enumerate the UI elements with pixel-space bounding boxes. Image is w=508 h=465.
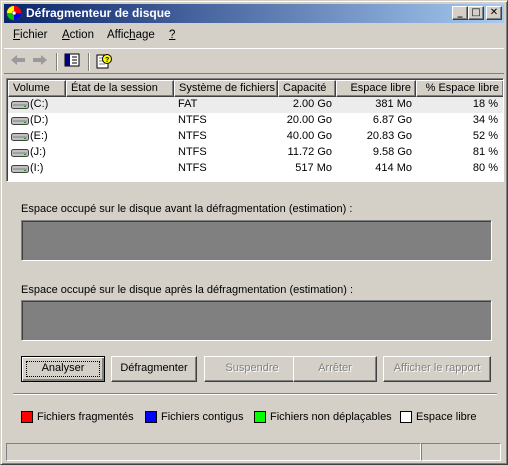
volume-free: 9.58 Go <box>372 146 412 158</box>
volume-free-pct: 18 % <box>472 98 498 110</box>
forward-arrow-icon <box>33 55 47 65</box>
legend-swatch-contiguous <box>145 411 157 423</box>
legend-fragmented: Fichiers fragmentés <box>37 411 134 423</box>
column-volume[interactable]: Volume <box>8 80 66 97</box>
close-button[interactable]: ✕ <box>486 6 502 20</box>
menu-affichage[interactable]: Affichage <box>107 29 155 41</box>
menu-help[interactable]: ? <box>169 29 175 41</box>
legend-swatch-unmovable <box>254 411 266 423</box>
volume-capacity: 11.72 Go <box>287 146 332 158</box>
drive-icon <box>11 149 29 157</box>
legend-free-space: Espace libre <box>416 411 477 423</box>
view-report-label: Afficher le rapport <box>393 362 481 374</box>
toolbar: ? <box>4 48 504 74</box>
volume-name: (D:) <box>30 114 49 126</box>
status-pane-secondary <box>421 443 501 461</box>
toolbar-separator <box>88 53 90 71</box>
legend-swatch-free <box>400 411 412 423</box>
after-defrag-label: Espace occupé sur le disque après la déf… <box>21 284 354 296</box>
pause-label: Suspendre <box>225 362 279 374</box>
after-defrag-map <box>21 300 492 341</box>
close-icon: ✕ <box>489 7 499 18</box>
volume-capacity: 40.00 Go <box>286 130 332 142</box>
title-bar[interactable]: Défragmenteur de disque _ □ ✕ <box>4 4 504 23</box>
volume-row[interactable]: (E:) NTFS 40.00 Go 20.83 Go 52 % <box>8 129 503 145</box>
maximize-icon: □ <box>471 7 481 18</box>
minimize-button[interactable]: _ <box>452 6 468 20</box>
volume-list-header: Volume État de la session Système de fic… <box>8 80 503 97</box>
menu-fichier[interactable]: Fichier <box>13 29 48 41</box>
window-title: Défragmenteur de disque <box>26 6 171 20</box>
drive-icon <box>11 101 29 109</box>
maximize-button[interactable]: □ <box>468 6 484 20</box>
volume-row[interactable]: (D:) NTFS 20.00 Go 6.87 Go 34 % <box>8 113 503 129</box>
before-defrag-map <box>21 220 492 261</box>
column-capacity[interactable]: Capacité <box>278 80 336 97</box>
volume-row[interactable]: (I:) NTFS 517 Mo 414 Mo 80 % <box>8 161 503 177</box>
back-button[interactable] <box>8 53 28 71</box>
help-icon: ? <box>96 54 112 69</box>
column-free-percent[interactable]: % Espace libre <box>416 80 503 97</box>
volume-row[interactable]: (C:) FAT 2.00 Go 381 Mo 18 % <box>8 97 503 113</box>
legend-contiguous: Fichiers contigus <box>161 411 244 423</box>
volume-free: 20.83 Go <box>366 130 412 142</box>
toolbar-separator <box>56 53 58 71</box>
volume-name: (C:) <box>30 98 49 110</box>
volume-name: (I:) <box>30 162 44 174</box>
analyze-button[interactable]: Analyser <box>21 356 105 382</box>
drive-icon <box>11 165 29 173</box>
menu-bar: Fichier Action Affichage ? <box>4 26 504 46</box>
legend-divider <box>13 393 497 395</box>
menu-action[interactable]: Action <box>62 29 94 41</box>
status-bar <box>4 443 504 461</box>
stop-label: Arrêter <box>318 362 352 374</box>
column-free-space[interactable]: Espace libre <box>336 80 416 97</box>
volume-free: 381 Mo <box>375 98 412 110</box>
volume-free: 414 Mo <box>375 162 412 174</box>
forward-button[interactable] <box>30 53 50 71</box>
status-pane-main <box>6 443 421 461</box>
volume-fs: NTFS <box>178 130 207 142</box>
defragment-label: Défragmenter <box>120 362 188 374</box>
show-hide-tree-icon <box>64 53 80 67</box>
before-defrag-label: Espace occupé sur le disque avant la déf… <box>21 203 353 215</box>
volume-fs: FAT <box>178 98 198 110</box>
defragment-button[interactable]: Défragmenter <box>111 356 197 382</box>
back-arrow-icon <box>11 55 25 65</box>
volume-capacity: 20.00 Go <box>286 114 332 126</box>
volume-free-pct: 34 % <box>472 114 498 126</box>
volume-fs: NTFS <box>178 162 207 174</box>
volume-list[interactable]: Volume État de la session Système de fic… <box>6 78 504 182</box>
volume-capacity: 517 Mo <box>295 162 332 174</box>
help-button[interactable]: ? <box>94 53 114 71</box>
view-report-button[interactable]: Afficher le rapport <box>383 356 491 382</box>
defrag-window: Défragmenteur de disque _ □ ✕ Fichier Ac… <box>0 0 508 465</box>
drive-icon <box>11 117 29 125</box>
focus-rect <box>26 361 100 377</box>
volume-capacity: 2.00 Go <box>292 98 332 110</box>
volume-free-pct: 80 % <box>472 162 498 174</box>
legend-unmovable: Fichiers non déplaçables <box>270 411 392 423</box>
pause-button[interactable]: Suspendre <box>204 356 300 382</box>
volume-name: (J:) <box>30 146 46 158</box>
column-file-system[interactable]: Système de fichiers <box>174 80 278 97</box>
legend-swatch-fragmented <box>21 411 33 423</box>
minimize-icon: _ <box>457 7 463 18</box>
show-hide-tree-button[interactable] <box>62 53 82 71</box>
volume-free-pct: 52 % <box>472 130 498 142</box>
volume-fs: NTFS <box>178 114 207 126</box>
volume-name: (E:) <box>30 130 48 142</box>
drive-icon <box>11 133 29 141</box>
volume-fs: NTFS <box>178 146 207 158</box>
column-session-state[interactable]: État de la session <box>66 80 174 97</box>
volume-row[interactable]: (J:) NTFS 11.72 Go 9.58 Go 81 % <box>8 145 503 161</box>
svg-text:?: ? <box>105 57 109 64</box>
volume-free-pct: 81 % <box>472 146 498 158</box>
stop-button[interactable]: Arrêter <box>293 356 377 382</box>
volume-free: 6.87 Go <box>372 114 412 126</box>
defrag-app-icon <box>6 5 22 21</box>
